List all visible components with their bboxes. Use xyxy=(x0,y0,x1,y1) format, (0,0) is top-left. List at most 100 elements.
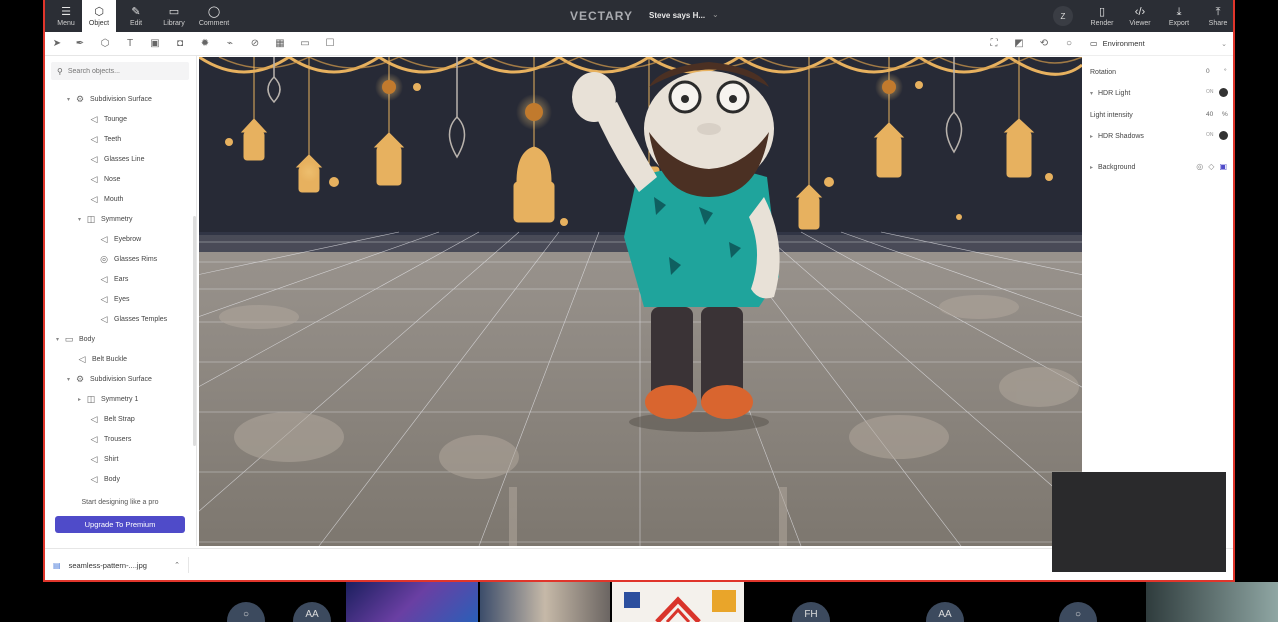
rotation-value[interactable]: 0 xyxy=(1206,68,1210,75)
chevron-right-icon[interactable]: ▸ xyxy=(1090,164,1098,171)
participant-avatar: ○ xyxy=(1059,602,1097,622)
participant-tile[interactable]: ○ xyxy=(226,582,266,622)
tree-item[interactable]: ◁ Tounge xyxy=(89,112,127,126)
chevron-right-icon[interactable]: ▸ xyxy=(1090,133,1098,140)
sphere-view-icon[interactable]: ○ xyxy=(1062,37,1076,51)
tree-item[interactable]: ◁ Body xyxy=(89,472,120,486)
edit-button[interactable]: ✎ Edit xyxy=(121,0,151,32)
orbit-view-icon[interactable]: ⟲ xyxy=(1037,37,1051,51)
tree-item[interactable]: ▾ ▭ Body xyxy=(56,332,95,346)
cube-icon: ⬡ xyxy=(94,5,104,18)
chevron-up-icon[interactable]: ⌃ xyxy=(174,561,180,569)
light-tool-icon[interactable]: ✹ xyxy=(198,37,212,51)
tree-item[interactable]: ◁ Belt Buckle xyxy=(77,352,128,366)
upload-icon: ⤒ xyxy=(1215,5,1221,18)
chevron-down-icon[interactable]: ▾ xyxy=(1090,90,1098,97)
tree-item[interactable]: ◁ Shirt xyxy=(89,452,119,466)
frame-view-icon[interactable]: ⛶ xyxy=(987,37,1001,51)
color-drop-icon[interactable]: ◇ xyxy=(1208,162,1214,171)
participant-video-tile[interactable] xyxy=(1146,582,1278,622)
mesh-icon: ◁ xyxy=(90,113,98,124)
camera-tool-icon[interactable]: ◘ xyxy=(173,37,187,51)
tree-item[interactable]: ◁ Eyebrow xyxy=(99,232,142,246)
object-button[interactable]: ⬡ Object xyxy=(82,0,116,32)
rotation-unit: ° xyxy=(1224,68,1227,75)
user-avatar[interactable]: Z xyxy=(1053,6,1073,26)
document-title[interactable]: Steve says H... xyxy=(649,11,705,20)
participant-tile[interactable]: FH xyxy=(790,582,832,622)
mesh-icon: ◁ xyxy=(100,313,108,324)
export-button[interactable]: ⤓ Export xyxy=(1164,0,1194,32)
participant-tile[interactable]: ○ xyxy=(1058,582,1098,622)
tree-item[interactable]: ◁ Teeth xyxy=(89,132,122,146)
promo-text: Start designing like a pro xyxy=(81,499,159,506)
tree-item[interactable]: ◁ Glasses Temples xyxy=(99,312,168,326)
tree-item[interactable]: ◎ Glasses Rims xyxy=(99,252,157,266)
hamburger-icon: ☰ xyxy=(61,5,71,18)
tree-item[interactable]: ▸ ◫ Symmetry 1 xyxy=(78,392,138,406)
chevron-down-icon[interactable]: ⌄ xyxy=(712,10,719,19)
chevron-down-icon[interactable]: ⌄ xyxy=(1221,40,1227,48)
chevron-down-icon[interactable]: ▾ xyxy=(56,336,64,343)
hdr-shadows-toggle[interactable]: ON xyxy=(1206,131,1228,140)
group-folder-icon[interactable]: ▭ xyxy=(298,37,312,51)
participant-tile[interactable]: AA xyxy=(924,582,966,622)
render-button[interactable]: ▯ Render xyxy=(1087,0,1117,32)
pattern-tool-icon[interactable]: ▦ xyxy=(273,37,287,51)
mesh-icon: ◁ xyxy=(78,353,86,364)
chevron-down-icon[interactable]: ▾ xyxy=(67,96,75,103)
tree-item[interactable]: ▾ ⚙ Subdivision Surface xyxy=(67,92,152,106)
comment-button[interactable]: ◯ Comment xyxy=(197,0,231,32)
meeting-participant-strip: ○ AA FH AA ○ xyxy=(0,582,1278,622)
environment-header[interactable]: ▭ Environment ⌄ xyxy=(1082,32,1233,56)
background-type-icons: ◎ ◇ ▣ xyxy=(1196,162,1227,171)
3d-viewport[interactable] xyxy=(199,57,1082,546)
tree-item[interactable]: ◁ Belt Strap xyxy=(89,412,135,426)
chevron-down-icon[interactable]: ▾ xyxy=(67,376,75,383)
file-icon: ▤ xyxy=(53,560,61,570)
deform-tool-icon[interactable]: ⊘ xyxy=(248,37,262,51)
tree-item[interactable]: ◁ Eyes xyxy=(99,292,130,306)
mesh-icon: ◁ xyxy=(90,193,98,204)
tree-item[interactable]: ▾ ◫ Symmetry xyxy=(78,212,133,226)
search-input[interactable] xyxy=(67,67,178,75)
pen-tool-icon[interactable]: ✒ xyxy=(73,37,87,51)
chevron-right-icon[interactable]: ▸ xyxy=(78,396,86,403)
object-toolbar: ➤ ✒ ⬡ T ▣ ◘ ✹ ⌁ ⊘ ▦ ▭ ☐ ⛶ ◩ ⟲ ○ xyxy=(45,32,1082,56)
note-tool-icon[interactable]: ☐ xyxy=(323,37,337,51)
participant-video-tile[interactable] xyxy=(346,582,478,622)
image-tool-icon[interactable]: ▣ xyxy=(148,37,162,51)
folder-icon: ▭ xyxy=(64,333,74,344)
menu-button[interactable]: ☰ Menu xyxy=(51,0,81,32)
hdr-sphere-icon[interactable]: ◎ xyxy=(1196,162,1203,171)
mesh-icon: ◁ xyxy=(90,413,98,424)
participant-logo-tile[interactable] xyxy=(612,582,744,622)
download-item[interactable]: ▤ seamless-pattern-....jpg ⌃ xyxy=(53,557,189,573)
upgrade-button[interactable]: Upgrade To Premium xyxy=(55,516,185,533)
participant-tile[interactable]: AA xyxy=(292,582,332,622)
light-intensity-value[interactable]: 40 xyxy=(1206,111,1213,118)
library-button[interactable]: ▭ Library xyxy=(158,0,190,32)
share-button[interactable]: ⤒ Share xyxy=(1203,0,1233,32)
primitive-cube-icon[interactable]: ⬡ xyxy=(98,37,112,51)
material-view-icon[interactable]: ◩ xyxy=(1012,37,1026,51)
text-tool-icon[interactable]: T xyxy=(123,37,137,51)
tree-item[interactable]: ◁ Nose xyxy=(89,172,121,186)
image-background-icon[interactable]: ▣ xyxy=(1219,162,1227,171)
tree-item[interactable]: ◁ Ears xyxy=(99,272,129,286)
viewer-button[interactable]: ‹/› Viewer xyxy=(1125,0,1155,32)
mesh-icon: ◁ xyxy=(90,473,98,484)
subdivision-icon: ⚙ xyxy=(75,373,85,384)
tree-item[interactable]: ◁ Trousers xyxy=(89,432,132,446)
hdr-light-toggle[interactable]: ON xyxy=(1206,88,1228,97)
modifier-tool-icon[interactable]: ⌁ xyxy=(223,37,237,51)
tree-item[interactable]: ◁ Mouth xyxy=(89,192,124,206)
search-box[interactable]: ⚲ xyxy=(51,62,189,80)
participant-video-tile[interactable] xyxy=(480,582,610,622)
chevron-down-icon[interactable]: ▾ xyxy=(78,216,86,223)
select-tool-icon[interactable]: ➤ xyxy=(50,37,64,51)
tree-scrollbar[interactable] xyxy=(193,216,196,446)
top-bar: ☰ Menu ⬡ Object ✎ Edit ▭ Library ◯ Comme… xyxy=(45,0,1233,32)
tree-item[interactable]: ◁ Glasses Line xyxy=(89,152,145,166)
tree-item[interactable]: ▾ ⚙ Subdivision Surface xyxy=(67,372,152,386)
